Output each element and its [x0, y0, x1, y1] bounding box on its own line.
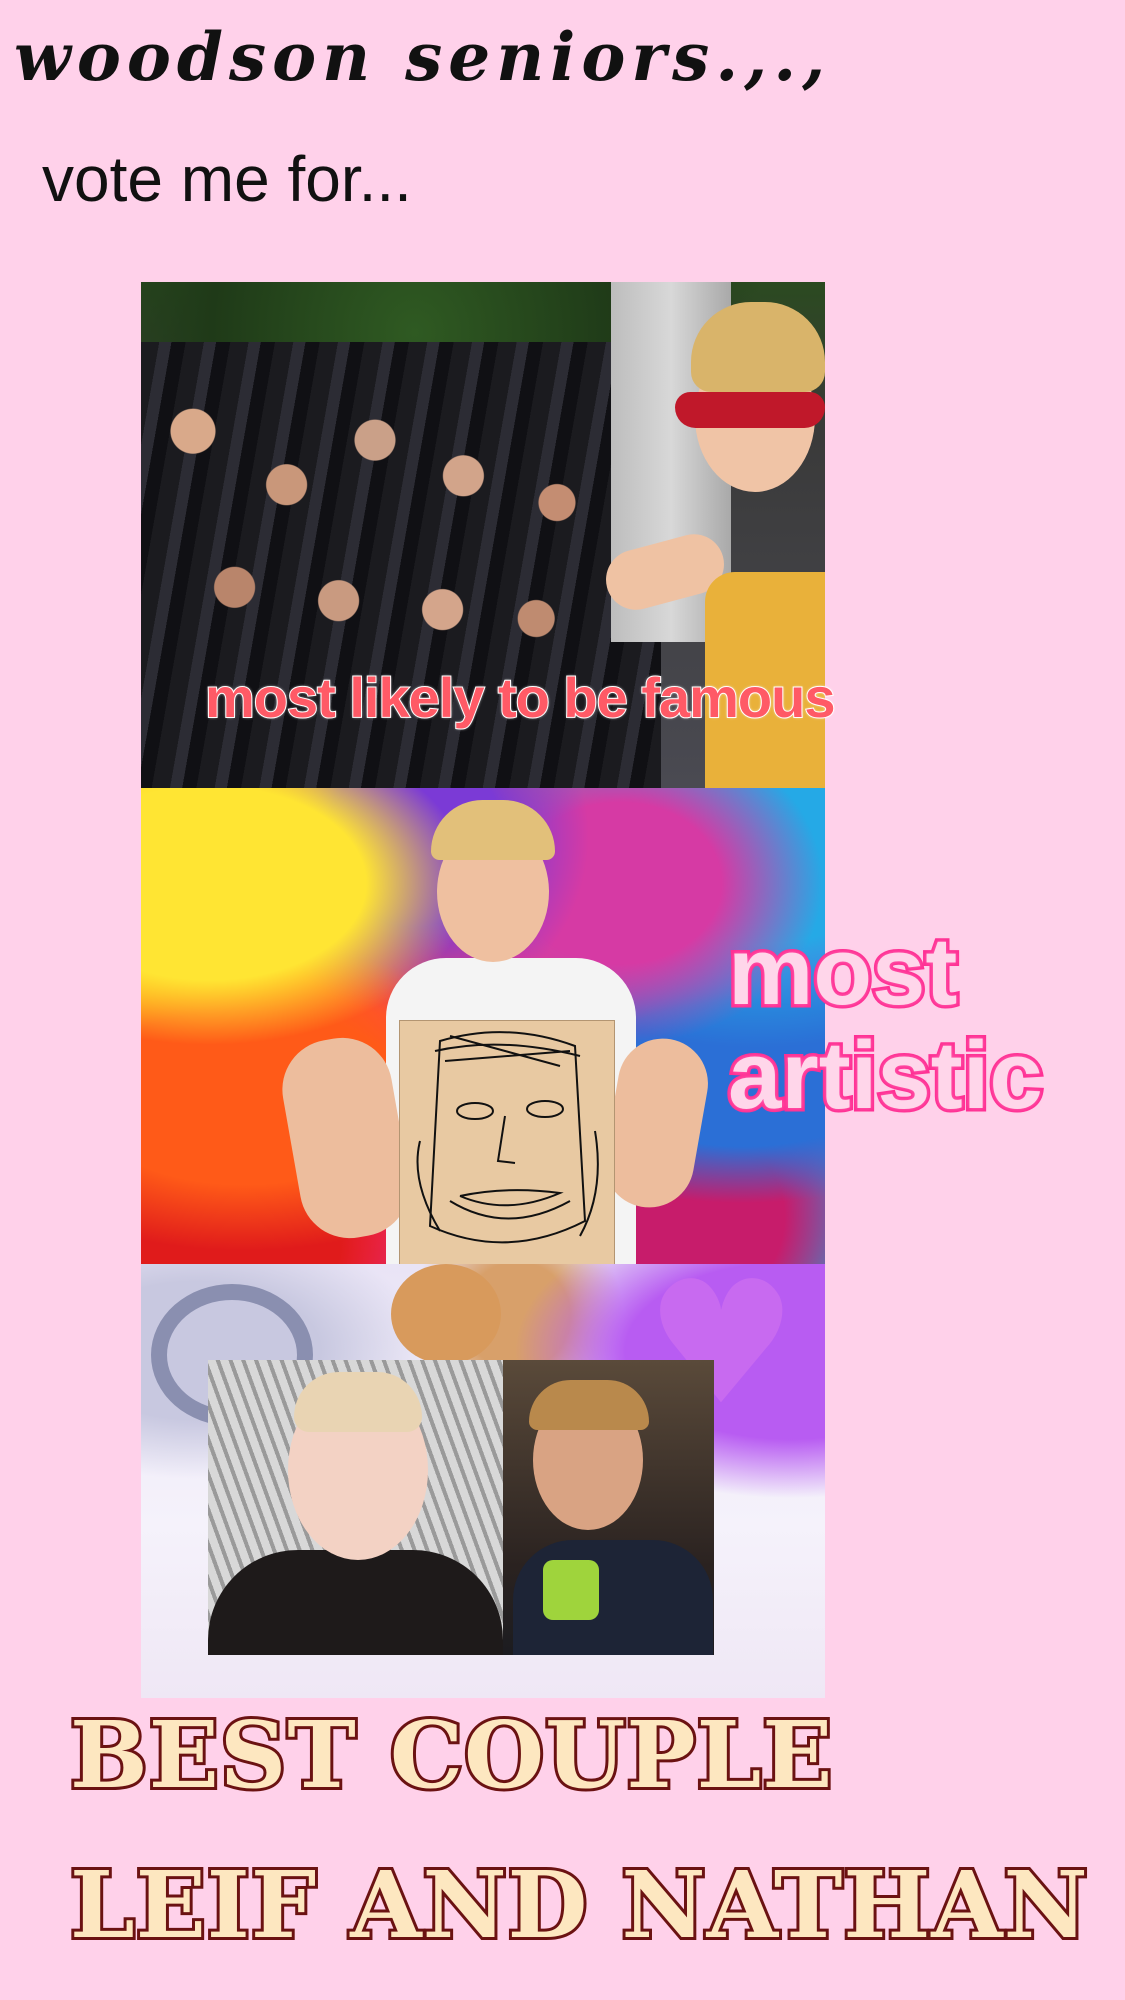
famous-caption: most likely to be famous — [204, 665, 836, 730]
teddy-bear-icon — [391, 1264, 501, 1364]
sunglasses-icon — [675, 392, 825, 428]
artistic-caption: most artistic — [725, 916, 1047, 1131]
page-title: woodson seniors.,., — [14, 18, 832, 96]
artistic-caption-line2: artistic — [725, 1020, 1047, 1131]
face-sketch — [399, 1020, 615, 1264]
couple-caption-line1: BEST COUPLE — [67, 1698, 835, 1812]
photo-leif — [208, 1360, 503, 1655]
page-subtitle: vote me for... — [42, 143, 412, 215]
couple-caption: BEST COUPLE LEIF AND NATHAN — [67, 1680, 1091, 1980]
mug-icon — [543, 1560, 599, 1620]
couple-collage: ♥ — [141, 1264, 825, 1698]
artistic-caption-line1: most — [725, 916, 961, 1027]
photo-nathan — [503, 1360, 714, 1655]
artistic-photo — [141, 788, 825, 1264]
couple-caption-line2: LEIF AND NATHAN — [67, 1848, 1091, 1962]
